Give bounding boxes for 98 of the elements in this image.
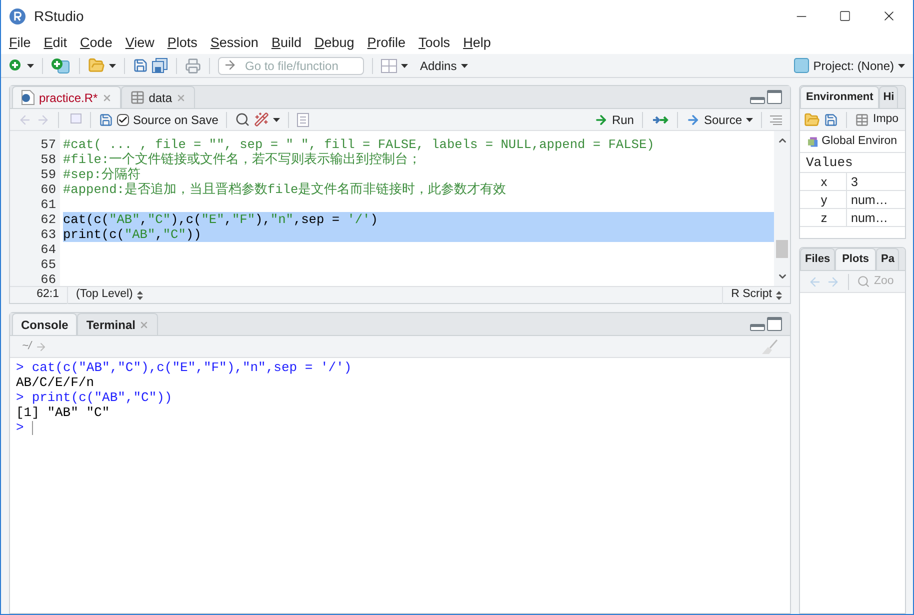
line-number: 58 xyxy=(40,152,57,167)
menu-item[interactable]: Code xyxy=(80,32,112,54)
check-icon xyxy=(118,114,128,124)
console-prompt: > xyxy=(16,360,24,375)
variable-value: num… xyxy=(850,192,888,208)
caret-icon[interactable] xyxy=(460,64,468,68)
files-tab[interactable]: Pa xyxy=(876,248,900,270)
scrollbar-thumb[interactable] xyxy=(776,240,788,258)
variable-name: y xyxy=(802,191,847,208)
menu-item[interactable]: Profile xyxy=(367,32,406,54)
magic-wand-icon[interactable] xyxy=(254,112,270,127)
file-type-menu[interactable]: R Script xyxy=(722,286,790,304)
console-prompt: > xyxy=(16,420,24,435)
rerun-icon[interactable] xyxy=(650,114,669,126)
arrow-icon xyxy=(223,58,237,72)
menu-item[interactable]: File xyxy=(9,32,31,54)
project-menu[interactable]: Project: (None) xyxy=(813,56,894,74)
command-text: cat(c("AB","C"),c("E","F"),"n",sep = '/') xyxy=(32,360,352,375)
line-number: 57 xyxy=(40,137,57,152)
minimize-pane-icon[interactable] xyxy=(750,324,765,331)
minimize-pane-icon[interactable] xyxy=(750,97,765,104)
menu-item[interactable]: Edit xyxy=(44,32,68,54)
line-number: 63 xyxy=(40,227,57,242)
environment-icon xyxy=(808,134,818,148)
caret-icon[interactable] xyxy=(746,118,753,122)
source-on-save-checkbox[interactable]: Source on Save xyxy=(117,110,218,128)
variable-name: x xyxy=(802,173,847,190)
variable-name: z xyxy=(802,209,847,226)
caret-icon[interactable] xyxy=(273,118,280,122)
zoom-icon xyxy=(857,275,870,288)
variable-value: 3 xyxy=(850,174,858,190)
code-line: #cat( ... , file = "", sep = " ", fill = FALSE, labels = NULL,append = FALSE) xyxy=(63,137,656,152)
new-file-icon[interactable] xyxy=(9,58,23,72)
cursor-position: 62:1 xyxy=(10,286,68,304)
scope-menu[interactable]: (Top Level) xyxy=(68,286,143,304)
console-tab[interactable]: Terminal xyxy=(77,313,158,335)
caret-icon[interactable] xyxy=(27,64,34,68)
text-cursor xyxy=(32,420,33,434)
maximize-pane-icon[interactable] xyxy=(767,317,782,331)
menu-item[interactable]: Build xyxy=(271,32,302,54)
table-icon xyxy=(130,90,145,105)
save-icon[interactable] xyxy=(133,58,148,73)
editor-tab[interactable]: practice.R* xyxy=(12,86,121,108)
lines-icon[interactable] xyxy=(770,114,782,124)
line-number: 59 xyxy=(40,167,57,182)
section-header: Values xyxy=(800,153,905,173)
save-icon[interactable] xyxy=(99,112,113,126)
menu-item[interactable]: Session xyxy=(210,32,258,54)
environment-menu[interactable]: Global Environ xyxy=(822,132,897,150)
files-tab[interactable]: Plots xyxy=(835,248,876,270)
run-button[interactable]: Run xyxy=(594,110,634,128)
menu-item[interactable]: Help xyxy=(463,32,491,54)
window-title: RStudio xyxy=(34,6,84,26)
up-down-icon xyxy=(136,290,143,300)
console-tab[interactable]: Console xyxy=(12,313,78,335)
outline-icon[interactable] xyxy=(297,112,310,126)
line-number: 66 xyxy=(40,272,57,286)
line-number: 65 xyxy=(40,257,57,272)
caret-icon[interactable] xyxy=(109,64,116,68)
caret-icon[interactable] xyxy=(401,64,408,68)
editor-tab[interactable]: data xyxy=(120,86,196,108)
environment-tab[interactable]: Hi xyxy=(879,86,898,108)
maximize-icon[interactable] xyxy=(839,10,851,22)
output-text: AB/C/E/F/n xyxy=(16,375,94,390)
environment-tab[interactable]: Environment xyxy=(800,86,880,108)
table-icon xyxy=(855,112,869,126)
save-all-icon[interactable] xyxy=(152,58,168,73)
code-line: #file:一个文件链接或文件名，若不写则表示输出到控制台； xyxy=(63,152,422,167)
caret-icon[interactable] xyxy=(898,64,905,68)
r-file-icon xyxy=(21,90,35,105)
project-icon xyxy=(794,58,810,73)
print-icon[interactable] xyxy=(185,58,201,74)
close-tab-icon[interactable] xyxy=(102,92,112,102)
menu-item[interactable]: View xyxy=(125,32,154,54)
maximize-pane-icon[interactable] xyxy=(767,90,782,104)
line-number: 62 xyxy=(40,212,57,227)
files-tab[interactable]: Files xyxy=(800,248,836,270)
addins-button[interactable]: Addins xyxy=(420,56,457,74)
line-number: 60 xyxy=(40,182,57,197)
command-text: print(c("AB","C")) xyxy=(32,390,172,405)
go-to-file-field[interactable]: Go to file/function xyxy=(218,56,364,75)
output-text: [1] "AB" "C" xyxy=(16,405,110,420)
save-icon[interactable] xyxy=(824,112,838,126)
up-down-icon xyxy=(776,290,782,300)
menu-item[interactable]: Debug xyxy=(314,32,354,54)
line-number: 61 xyxy=(40,197,57,212)
r-logo-icon xyxy=(9,8,26,24)
code-line: #sep:分隔符 xyxy=(63,167,142,182)
working-directory: ~/ xyxy=(22,339,32,354)
menu-item[interactable]: Plots xyxy=(167,32,198,54)
console-prompt: > xyxy=(16,390,24,405)
line-number: 64 xyxy=(40,242,57,257)
code-line: #append:是否追加，当且晋档参数file是文件名而非链接时，此参数才有效 xyxy=(63,182,508,197)
new-project-icon[interactable] xyxy=(51,58,71,74)
source-button[interactable]: Source xyxy=(686,110,742,128)
menu-item[interactable]: Tools xyxy=(418,32,450,54)
variable-value: num… xyxy=(850,210,888,226)
search-icon[interactable] xyxy=(235,112,250,127)
